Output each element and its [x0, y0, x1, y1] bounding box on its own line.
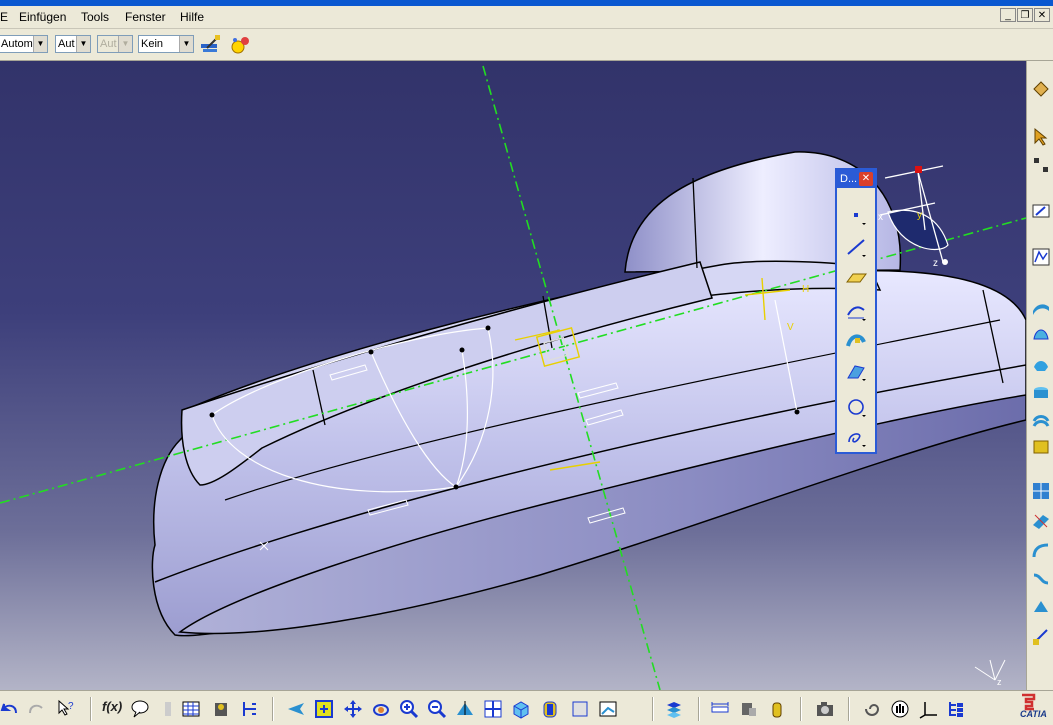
- axis-system-icon[interactable]: [919, 699, 939, 719]
- point-icon[interactable]: [845, 204, 867, 226]
- layer-combo[interactable]: Kein ▼: [138, 35, 194, 53]
- thickness-combo: Aut ▼: [97, 35, 133, 53]
- zoom-out-icon[interactable]: [427, 699, 447, 719]
- svg-text:x: x: [878, 212, 883, 223]
- apply-material-icon[interactable]: [767, 699, 787, 719]
- chevron-down-icon: ▼: [179, 36, 193, 52]
- blend-icon[interactable]: [1031, 569, 1051, 589]
- catalog-icon[interactable]: [211, 699, 231, 719]
- palette-title[interactable]: D... ✕: [837, 170, 875, 188]
- close-icon[interactable]: ✕: [859, 172, 873, 186]
- translate-icon[interactable]: [1031, 597, 1051, 617]
- sketch-icon[interactable]: [1031, 201, 1051, 221]
- sketch-tools-palette[interactable]: D... ✕: [835, 168, 877, 454]
- select-arrow-icon[interactable]: [1031, 127, 1051, 147]
- palette-title-text: D...: [840, 173, 858, 185]
- svg-text:?: ?: [68, 701, 74, 712]
- formula-icon[interactable]: f(x): [102, 699, 122, 719]
- comment-icon[interactable]: [130, 699, 150, 719]
- plane-icon[interactable]: [845, 266, 867, 288]
- hand-icon[interactable]: [890, 699, 910, 719]
- restore-button[interactable]: ❐: [1017, 8, 1033, 22]
- line-icon[interactable]: [845, 236, 867, 258]
- properties-toolbar: Automa ▼ Aut ▼ Aut ▼ Kein ▼: [0, 29, 1053, 61]
- undo-icon[interactable]: [0, 699, 20, 719]
- color-combo[interactable]: Automa ▼: [0, 35, 48, 53]
- right-toolbar: [1026, 61, 1053, 690]
- toolbar-separator: [698, 697, 700, 721]
- bottom-toolbar: ? f(x) CATIA: [0, 690, 1053, 725]
- shading-icon[interactable]: [540, 699, 560, 719]
- menu-hilfe[interactable]: Hilfe: [180, 10, 204, 24]
- toolbar-separator: [90, 697, 92, 721]
- iso-view-icon[interactable]: [511, 699, 531, 719]
- capture-camera-icon[interactable]: [815, 699, 835, 719]
- menu-einfuegen[interactable]: Einfügen: [19, 10, 66, 24]
- normal-view-icon[interactable]: [455, 699, 475, 719]
- surface-revolve-icon[interactable]: [1031, 323, 1051, 343]
- table-icon[interactable]: [181, 699, 201, 719]
- hide-show-icon[interactable]: [570, 699, 590, 719]
- menu-tools[interactable]: Tools: [81, 10, 109, 24]
- sketch-h-label: H: [802, 284, 809, 295]
- surface-sphere-icon[interactable]: [1031, 355, 1051, 375]
- toolbar-separator: [848, 697, 850, 721]
- paint-brush-icon[interactable]: [199, 34, 221, 56]
- sketcher-grid-icon[interactable]: [1031, 155, 1051, 175]
- spline-icon[interactable]: [845, 426, 867, 448]
- extrude-icon[interactable]: [845, 300, 867, 322]
- update-icon[interactable]: [664, 699, 684, 719]
- offset-surface-icon[interactable]: [1031, 411, 1051, 431]
- minimize-button[interactable]: _: [1000, 8, 1016, 22]
- svg-text:z: z: [933, 258, 938, 269]
- svg-text:z: z: [997, 677, 1002, 687]
- surface-cylinder-icon[interactable]: [1031, 383, 1051, 403]
- tree-icon[interactable]: [946, 699, 966, 719]
- light-icon: [165, 702, 171, 716]
- sweep-icon[interactable]: [845, 330, 867, 352]
- menu-fenster[interactable]: Fenster: [125, 10, 166, 24]
- close-button[interactable]: ✕: [1034, 8, 1050, 22]
- linetype-combo[interactable]: Aut ▼: [55, 35, 91, 53]
- chevron-down-icon: ▼: [118, 36, 132, 52]
- swap-space-icon[interactable]: [598, 699, 618, 719]
- catia-logo-text: CATIA: [1020, 709, 1047, 719]
- exit-workbench-icon[interactable]: [1031, 79, 1051, 99]
- fill-surface-icon[interactable]: [845, 360, 867, 382]
- circle-icon[interactable]: [845, 396, 867, 418]
- inertia-icon[interactable]: [739, 699, 759, 719]
- sketch-v-label: V: [787, 322, 794, 333]
- redo-icon: [29, 704, 43, 714]
- join-icon[interactable]: [1031, 481, 1051, 501]
- pan-icon[interactable]: [343, 699, 363, 719]
- swirl-icon[interactable]: [862, 699, 882, 719]
- toolbar-separator: [800, 697, 802, 721]
- profile-icon[interactable]: [1031, 247, 1051, 267]
- help-arrow-icon[interactable]: ?: [56, 699, 76, 719]
- extrapolate-icon[interactable]: [1031, 627, 1051, 647]
- split-icon[interactable]: [1031, 511, 1051, 531]
- fill-icon[interactable]: [1031, 437, 1051, 457]
- measure-icon[interactable]: [710, 699, 730, 719]
- svg-text:y: y: [917, 210, 922, 221]
- surface-extrude-icon[interactable]: [1031, 297, 1051, 317]
- menu-bar: E Einfügen Tools Fenster Hilfe _ ❐ ✕: [0, 6, 1053, 29]
- menu-edit[interactable]: E: [0, 10, 8, 24]
- fly-mode-icon[interactable]: [286, 699, 306, 719]
- toolbar-separator: [652, 697, 654, 721]
- toolbar-separator: [272, 697, 274, 721]
- thickness-combo-value: Aut: [100, 38, 117, 50]
- multi-view-icon[interactable]: [483, 699, 503, 719]
- fillet-icon[interactable]: [1031, 541, 1051, 561]
- zoom-in-icon[interactable]: [399, 699, 419, 719]
- chevron-down-icon: ▼: [76, 36, 90, 52]
- fit-all-icon[interactable]: [314, 699, 334, 719]
- layer-combo-value: Kein: [141, 38, 164, 50]
- rotate-icon[interactable]: [371, 699, 391, 719]
- chevron-down-icon: ▼: [33, 36, 47, 52]
- knowledge-icon[interactable]: [240, 699, 260, 719]
- linetype-combo-value: Aut: [58, 38, 75, 50]
- graphic-properties-icon[interactable]: [229, 34, 251, 56]
